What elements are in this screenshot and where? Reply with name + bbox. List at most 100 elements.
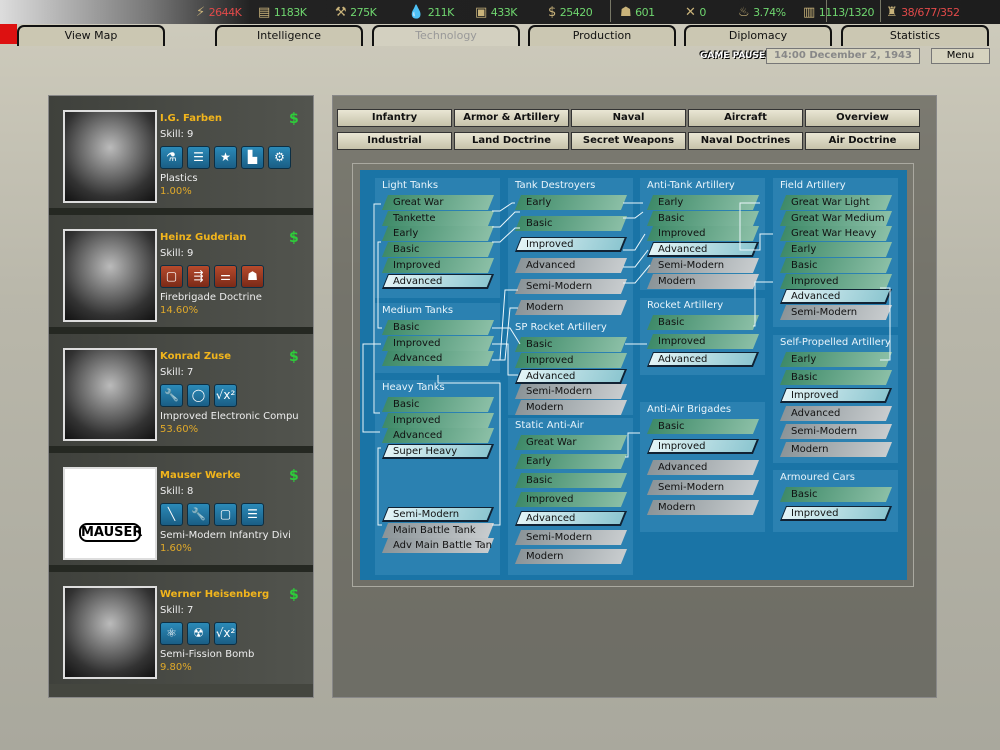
tech-item[interactable]: Basic: [518, 337, 624, 352]
tab-diplomacy[interactable]: Diplomacy: [684, 25, 832, 46]
tech-item[interactable]: Advanced: [518, 258, 624, 273]
tech-item[interactable]: Early: [518, 454, 624, 469]
tech-item[interactable]: Advanced: [650, 352, 756, 367]
researcher-card[interactable]: I.G. Farben Skill: 9 $ ⚗ ☰ ★ ▙ ⚙ Plastics 1.00%: [49, 96, 313, 208]
researcher-card[interactable]: MAUSER Mauser Werke Skill: 8 $ ╲ 🔧 ▢ ☰ Semi-Mode…: [49, 453, 313, 565]
tech-item[interactable]: Tankette: [385, 211, 491, 226]
tech-item[interactable]: Improved: [650, 226, 756, 241]
tech-item[interactable]: Modern: [518, 400, 624, 415]
tech-item[interactable]: Modern: [518, 549, 624, 564]
stat-oil[interactable]: 💧 211K: [408, 5, 454, 20]
tech-item[interactable]: Improved: [518, 492, 624, 507]
tab-statistics[interactable]: Statistics: [841, 25, 989, 46]
tech-item[interactable]: Advanced: [650, 242, 756, 257]
tech-item[interactable]: Improved: [650, 334, 756, 349]
tech-item[interactable]: Great War Medium: [783, 211, 889, 226]
tech-item[interactable]: Advanced: [783, 406, 889, 421]
tech-item[interactable]: Early: [650, 195, 756, 210]
tech-item[interactable]: Modern: [650, 274, 756, 289]
tech-item[interactable]: Basic: [385, 397, 491, 412]
tech-item[interactable]: Basic: [518, 216, 624, 231]
tech-item[interactable]: Semi-Modern: [650, 480, 756, 495]
stat-convoy[interactable]: ♜ 38/677/352: [886, 5, 960, 20]
menu-button[interactable]: Menu: [931, 48, 990, 64]
tech-item[interactable]: Semi-Modern: [385, 507, 491, 522]
stat-manpower[interactable]: ☗ 601: [620, 5, 655, 20]
tech-item[interactable]: Basic: [650, 211, 756, 226]
tech-item[interactable]: Basic: [385, 320, 491, 335]
tech-item[interactable]: Modern: [650, 500, 756, 515]
tech-item[interactable]: Semi-Modern: [518, 384, 624, 399]
tech-item[interactable]: Advanced: [385, 428, 491, 443]
tech-group-heavy-tanks: Heavy Tanks Basic Improved Advanced Super He…: [375, 380, 500, 575]
tech-item[interactable]: Basic: [518, 473, 624, 488]
tech-item[interactable]: Semi-Modern: [518, 279, 624, 294]
tech-item[interactable]: Improved: [783, 274, 889, 289]
stat-dissent[interactable]: ♨ 3.74%: [738, 5, 786, 20]
stat-money[interactable]: $25420: [548, 5, 593, 20]
tech-item[interactable]: Modern: [783, 442, 889, 457]
tech-item[interactable]: Basic: [650, 419, 756, 434]
category-air-doctrine[interactable]: Air Doctrine: [805, 132, 920, 150]
tech-item[interactable]: Improved: [783, 506, 889, 521]
tech-item[interactable]: Advanced: [783, 289, 889, 304]
game-date[interactable]: 14:00 December 2, 1943: [766, 48, 920, 64]
category-industrial[interactable]: Industrial: [337, 132, 452, 150]
researcher-card[interactable]: Heinz Guderian Skill: 9 $ ▢ ⇶ ⚌ ☗ Firebrigade D…: [49, 215, 313, 327]
category-land-doctrine[interactable]: Land Doctrine: [454, 132, 569, 150]
researcher-card[interactable]: Werner Heisenberg Skill: 7 $ ⚛ ☢ √x² Semi-Fiss…: [49, 572, 313, 684]
tech-item[interactable]: Adv Main Battle Tan: [385, 538, 492, 553]
category-secret-weapons[interactable]: Secret Weapons: [571, 132, 686, 150]
tab-production[interactable]: Production: [528, 25, 676, 46]
category-aircraft[interactable]: Aircraft: [688, 109, 803, 127]
category-overview[interactable]: Overview: [805, 109, 920, 127]
tech-item[interactable]: Improved: [385, 413, 491, 428]
tech-item[interactable]: Semi-Modern: [783, 305, 889, 320]
tab-technology[interactable]: Technology: [372, 25, 520, 46]
tech-item[interactable]: Main Battle Tank: [385, 523, 491, 538]
stat-transport[interactable]: ▥ 1113/1320: [803, 5, 875, 20]
tech-item[interactable]: Early: [783, 352, 889, 367]
tech-item[interactable]: Basic: [783, 487, 889, 502]
tech-item[interactable]: Improved: [518, 237, 624, 252]
category-armor-artillery[interactable]: Armor & Artillery: [454, 109, 569, 127]
tech-item[interactable]: Advanced: [518, 511, 624, 526]
category-naval[interactable]: Naval: [571, 109, 686, 127]
tech-item[interactable]: Super Heavy: [385, 444, 491, 459]
stat-diplomacy[interactable]: ✕ 0: [685, 5, 706, 20]
tech-item[interactable]: Improved: [385, 336, 491, 351]
tech-item[interactable]: Basic: [783, 258, 889, 273]
tech-item[interactable]: Great War Heavy: [783, 226, 889, 241]
tech-item[interactable]: Basic: [385, 242, 491, 257]
tech-item[interactable]: Semi-Modern: [518, 530, 624, 545]
tech-item[interactable]: Great War: [518, 435, 624, 450]
tech-item[interactable]: Basic: [650, 315, 756, 330]
researcher-card[interactable]: Konrad Zuse Skill: 7 $ 🔧 ◯ √x² Improved Electr…: [49, 334, 313, 446]
tech-item[interactable]: Semi-Modern: [650, 258, 756, 273]
tech-item[interactable]: Great War: [385, 195, 491, 210]
category-naval-doctrines[interactable]: Naval Doctrines: [688, 132, 803, 150]
researcher-skill: Skill: 9: [160, 129, 194, 140]
category-infantry[interactable]: Infantry: [337, 109, 452, 127]
tech-item[interactable]: Basic: [783, 370, 889, 385]
tech-item[interactable]: Advanced: [385, 274, 491, 289]
tech-item[interactable]: Early: [518, 195, 624, 210]
tech-item[interactable]: Improved: [650, 439, 756, 454]
tab-view-map[interactable]: View Map: [17, 25, 165, 46]
tech-item[interactable]: Early: [783, 242, 889, 257]
tech-item[interactable]: Advanced: [650, 460, 756, 475]
tech-item[interactable]: Improved: [385, 258, 491, 273]
tech-item[interactable]: Early: [385, 226, 491, 241]
tab-intelligence[interactable]: Intelligence: [215, 25, 363, 46]
tech-item[interactable]: Semi-Modern: [783, 424, 889, 439]
stat-metal[interactable]: ▤ 1183K: [258, 5, 307, 20]
stat-energy[interactable]: ⚡ 2644K: [196, 5, 242, 20]
stat-rare-materials[interactable]: ⚒ 275K: [335, 5, 377, 20]
tech-item[interactable]: Improved: [518, 353, 624, 368]
stat-supplies[interactable]: ▣ 433K: [475, 5, 518, 20]
tech-item[interactable]: Advanced: [385, 351, 491, 366]
tech-item[interactable]: Modern: [518, 300, 624, 315]
tech-item[interactable]: Advanced: [518, 369, 624, 384]
tech-item[interactable]: Improved: [783, 388, 889, 403]
tech-item[interactable]: Great War Light: [783, 195, 889, 210]
